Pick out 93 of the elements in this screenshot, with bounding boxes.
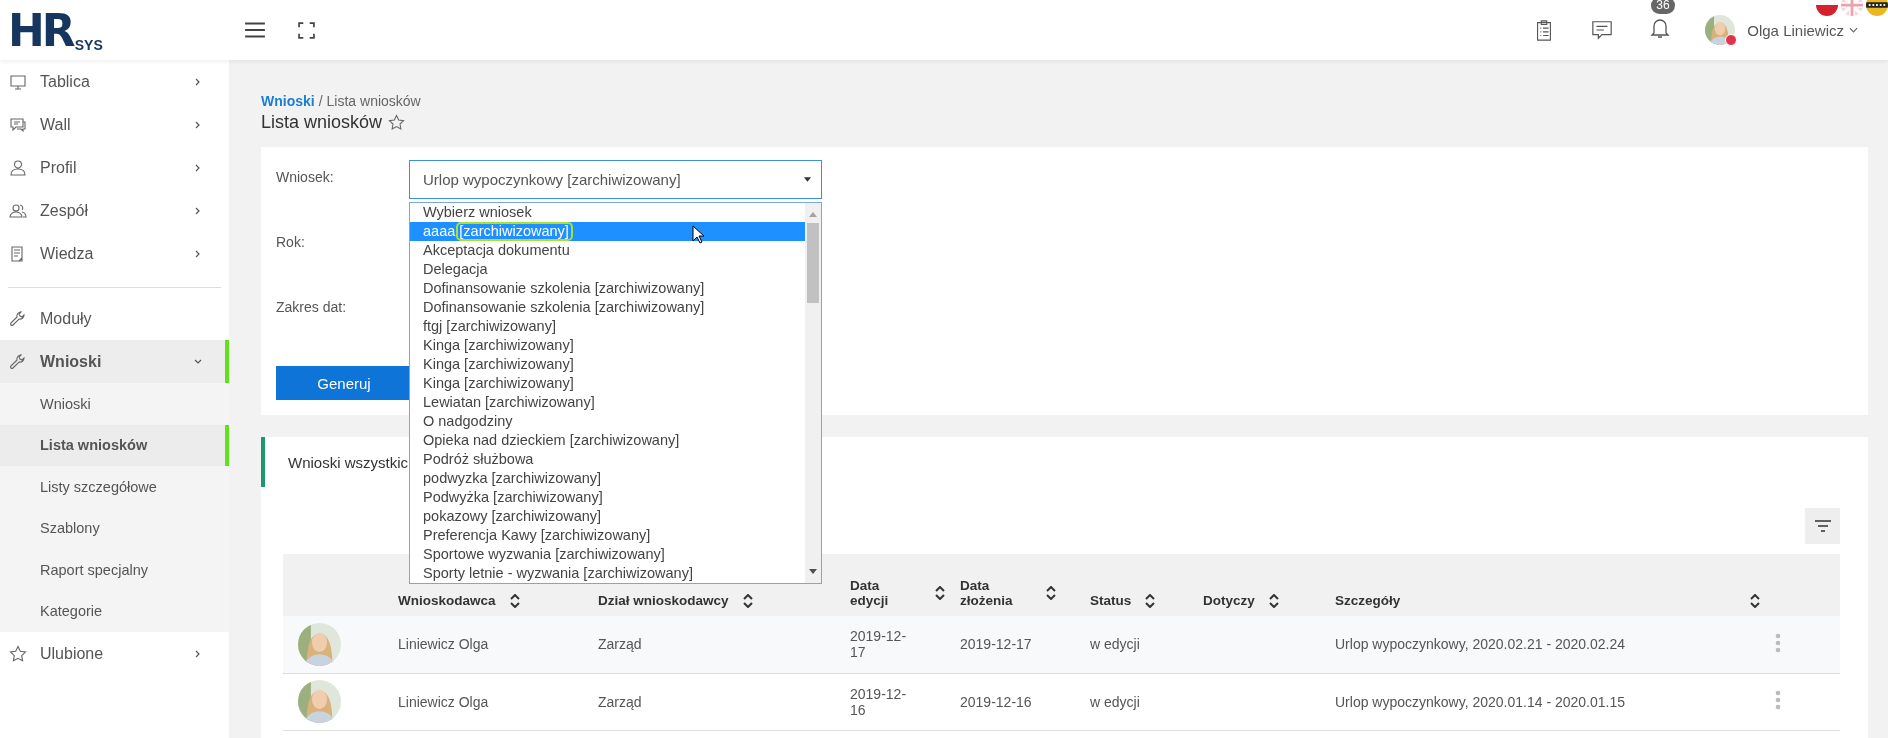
select-field[interactable]: Urlop wypoczynkowy [zarchiwizowany] bbox=[409, 160, 822, 199]
field-label: Wniosek: bbox=[276, 168, 335, 185]
submenu-item[interactable]: Wnioski bbox=[0, 383, 229, 425]
table-cell: 2019-12-17 bbox=[960, 636, 1032, 653]
dropdown-option[interactable]: Kinga [zarchiwizowany] bbox=[410, 374, 805, 393]
table-cell: Urlop wypoczynkowy, 2020.01.14 - 2020.01.15 bbox=[1335, 693, 1626, 710]
star-icon bbox=[9, 644, 27, 663]
dropdown-option[interactable]: Delegacja bbox=[410, 260, 805, 279]
dropdown-option[interactable]: Sporty letnie - wyzwania [zarchiwizowany] bbox=[410, 564, 805, 583]
mouse-pointer-icon bbox=[692, 225, 704, 244]
sidebar-item[interactable]: Wiedza bbox=[0, 232, 229, 275]
table-cell: Liniewicz Olga bbox=[398, 693, 489, 710]
flag-icon[interactable] bbox=[1866, 0, 1888, 16]
team-icon bbox=[9, 201, 27, 220]
dropdown-option[interactable]: Podwyżka [zarchiwizowany] bbox=[410, 488, 805, 507]
chat-icon bbox=[9, 115, 27, 134]
column-header[interactable]: Dotyczy bbox=[1203, 593, 1255, 608]
sidebar-item[interactable]: Moduły bbox=[0, 297, 229, 340]
monitor-icon bbox=[9, 72, 27, 91]
logo-text: SYS bbox=[74, 37, 103, 53]
dropdown-option[interactable]: Wybierz wniosek bbox=[410, 203, 805, 222]
table-cell-text: 2019-12-16 bbox=[850, 685, 908, 718]
filter-button[interactable] bbox=[1805, 508, 1840, 544]
sidebar-item[interactable]: Zespół bbox=[0, 189, 229, 232]
dropdown-option[interactable]: O nadgodziny bbox=[410, 412, 805, 431]
sidebar-item[interactable]: Wnioski bbox=[0, 340, 229, 383]
fullscreen-icon[interactable] bbox=[298, 21, 315, 39]
field-label: Rok: bbox=[276, 233, 306, 250]
dropdown-option[interactable]: Dofinansowanie szkolenia [zarchiwizowany] bbox=[410, 279, 805, 298]
sort-icon[interactable] bbox=[509, 593, 520, 608]
dropdown-option[interactable]: Opieka nad dzieckiem [zarchiwizowany] bbox=[410, 431, 805, 450]
dropdown-option[interactable]: Kinga [zarchiwizowany] bbox=[410, 336, 805, 355]
column-header[interactable]: Data złożenia bbox=[960, 578, 1032, 608]
dropdown-option[interactable]: podwyzka [zarchiwizowany] bbox=[410, 469, 805, 488]
column-header[interactable]: Szczegóły bbox=[1335, 593, 1401, 608]
caret-icon[interactable] bbox=[1849, 27, 1858, 33]
bell-icon[interactable] bbox=[1649, 17, 1672, 39]
dropdown-option[interactable]: ftgj [zarchiwizowany] bbox=[410, 317, 805, 336]
table-cell: w edycji bbox=[1090, 636, 1140, 653]
page-title: Lista wniosków bbox=[261, 112, 383, 133]
sort-icon[interactable] bbox=[1046, 586, 1056, 600]
table-cell: Zarząd bbox=[598, 636, 642, 653]
dropdown-option[interactable]: Preferencja Kawy [zarchiwizowany] bbox=[410, 526, 805, 545]
column-header[interactable]: Data edycji bbox=[850, 578, 921, 608]
submenu-item[interactable]: Listy szczegółowe bbox=[0, 466, 229, 508]
dropdown-arrow-icon bbox=[804, 177, 811, 182]
breadcrumb-separator: / bbox=[318, 93, 323, 109]
breadcrumb-current: Lista wniosków bbox=[326, 93, 421, 109]
dropdown-option[interactable]: Sportowe wyzwania [zarchiwizowany] bbox=[410, 545, 805, 564]
sort-icon[interactable] bbox=[935, 586, 945, 600]
logo-mark: HR bbox=[8, 9, 73, 53]
table-cell: Liniewicz Olga bbox=[398, 636, 489, 653]
wrench-icon bbox=[9, 309, 27, 328]
dropdown-option[interactable]: Akceptacja dokumentu bbox=[410, 241, 805, 260]
notification-count: 36 bbox=[1651, 0, 1675, 14]
dropdown-option[interactable]: Podróż służbowa bbox=[410, 450, 805, 469]
sort-icon[interactable] bbox=[1750, 593, 1760, 608]
sort-icon[interactable] bbox=[742, 593, 753, 608]
table-cell-text: 2019-12-17 bbox=[850, 628, 908, 661]
submenu-item[interactable]: Lista wniosków bbox=[0, 424, 229, 466]
table-cell: Urlop wypoczynkowy, 2020.02.21 - 2020.02.24 bbox=[1335, 636, 1626, 653]
column-header[interactable]: Wnioskodawca bbox=[398, 593, 496, 608]
user-name[interactable]: Olga Liniewicz bbox=[1747, 21, 1844, 39]
star-icon[interactable] bbox=[388, 114, 406, 131]
generate-button[interactable]: Generuj bbox=[276, 366, 412, 400]
scrollbar[interactable] bbox=[805, 203, 821, 583]
chat-icon[interactable] bbox=[1591, 19, 1614, 41]
sidebar-item[interactable]: Ulubione bbox=[0, 632, 229, 675]
dropdown-option[interactable]: Lewiatan [zarchiwizowany] bbox=[410, 393, 805, 412]
menu-icon[interactable] bbox=[244, 19, 266, 41]
table-cell: Zarząd bbox=[598, 693, 642, 710]
field-label: Zakres dat: bbox=[276, 298, 348, 315]
sidebar-item[interactable]: Wall bbox=[0, 103, 229, 146]
sort-icon[interactable] bbox=[1145, 593, 1156, 608]
panel-title: Wnioski wszystkic bbox=[288, 453, 408, 471]
sort-icon[interactable] bbox=[1268, 593, 1279, 608]
column-header[interactable]: Dział wnioskodawcy bbox=[598, 593, 729, 608]
status-dot bbox=[1725, 34, 1738, 46]
wrench-icon bbox=[9, 352, 27, 371]
submenu-item[interactable]: Raport specjalny bbox=[0, 549, 229, 591]
submenu-item[interactable]: Kategorie bbox=[0, 590, 229, 632]
table-cell: w edycji bbox=[1090, 693, 1140, 710]
dropdown-option[interactable]: pokazowy [zarchiwizowany] bbox=[410, 507, 805, 526]
sidebar-item[interactable]: Profil bbox=[0, 146, 229, 189]
column-header[interactable]: Status bbox=[1090, 593, 1132, 608]
breadcrumb-link[interactable]: Wnioski bbox=[261, 93, 315, 109]
filter-icon bbox=[1814, 520, 1831, 532]
dropdown-option[interactable]: Kinga [zarchiwizowany] bbox=[410, 355, 805, 374]
table-cell: 2019-12-16 bbox=[960, 693, 1032, 710]
sidebar-item[interactable]: Tablica bbox=[0, 60, 229, 103]
submenu-item[interactable]: Szablony bbox=[0, 507, 229, 549]
person-icon bbox=[9, 158, 27, 177]
dropdown-option[interactable]: Dofinansowanie szkolenia [zarchiwizowany] bbox=[410, 298, 805, 317]
